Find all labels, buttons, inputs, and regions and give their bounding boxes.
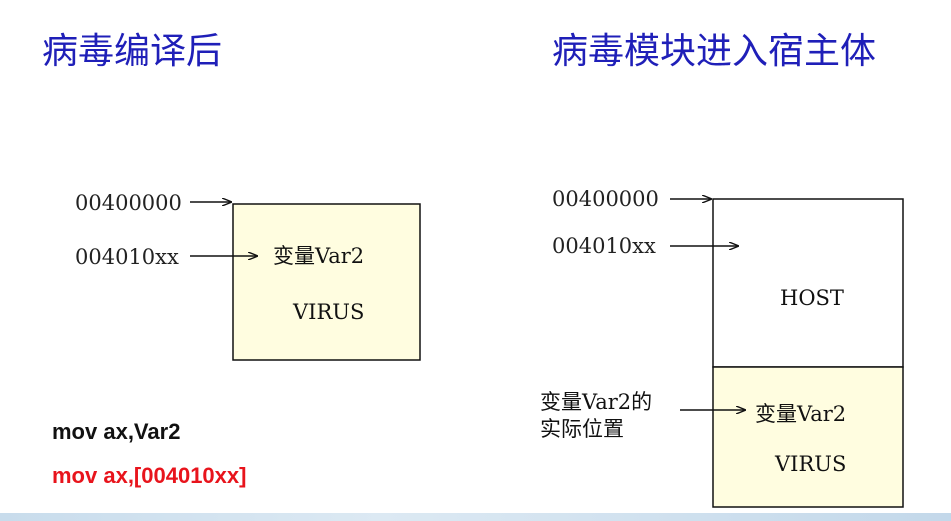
right-addr-start: 00400000 — [552, 187, 659, 211]
bottom-decorative-band — [0, 513, 951, 521]
right-addr-var: 004010xx — [552, 234, 656, 258]
virus-in-host-region — [712, 366, 904, 508]
code-line-resolved: mov ax,[004010xx] — [52, 463, 247, 488]
left-var-label: 变量Var2 — [273, 244, 365, 268]
right-virus-label: VIRUS — [775, 452, 847, 476]
virus-compiled-box — [232, 203, 421, 361]
host-region — [712, 198, 904, 368]
left-virus-label: VIRUS — [293, 300, 365, 324]
code-line-original: mov ax,Var2 — [52, 419, 181, 444]
actual-location-line1: 变量Var2的 — [540, 390, 653, 414]
actual-location-line2: 实际位置 — [540, 417, 624, 441]
left-addr-var: 004010xx — [75, 245, 179, 269]
host-label: HOST — [780, 286, 844, 310]
left-addr-start: 00400000 — [75, 191, 182, 215]
right-var-label: 变量Var2 — [755, 402, 847, 426]
